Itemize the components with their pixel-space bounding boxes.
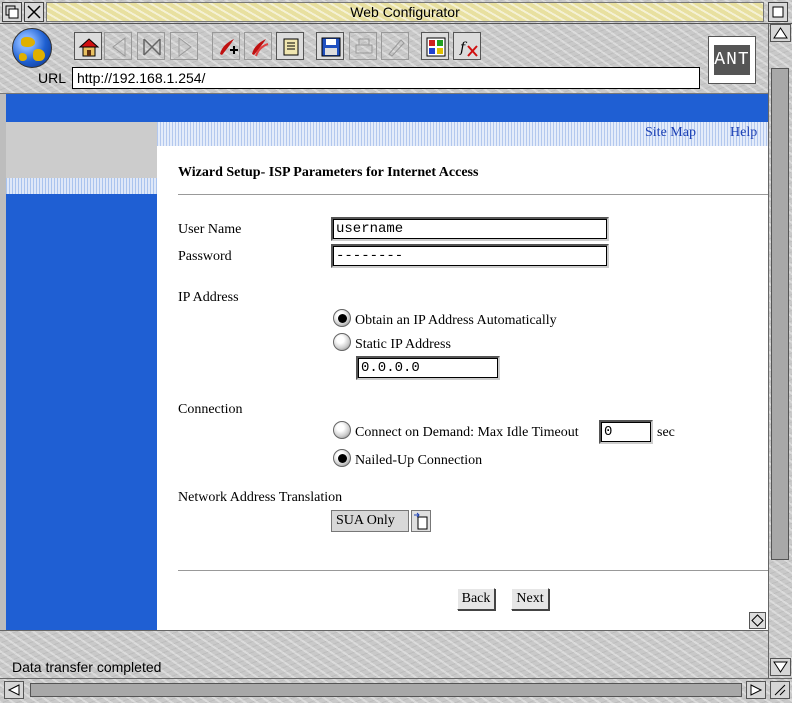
next-button[interactable]: Next [511,588,549,610]
vertical-scroll-thumb[interactable] [771,68,789,560]
horizontal-scrollbar[interactable] [0,678,792,703]
nailed-up-label: Nailed-Up Connection [355,453,483,468]
hotlist-icon[interactable] [244,32,272,60]
ip-auto-label: Obtain an IP Address Automatically [355,313,557,328]
password-value: -------- [333,246,607,266]
ant-logo-text: ANT [714,45,750,75]
idle-timeout-unit: sec [657,425,675,440]
edit-icon[interactable] [381,32,409,60]
ip-static-label: Static IP Address [355,337,451,352]
divider [178,194,768,195]
page-title: Wizard Setup- ISP Parameters for Interne… [178,165,479,180]
svg-text:f: f [459,40,468,56]
nat-label: Network Address Translation [178,490,343,505]
idle-timeout-input[interactable]: 0 [599,420,653,444]
ip-address-label: IP Address [178,290,239,305]
static-ip-input[interactable]: 0.0.0.0 [356,356,500,380]
print-icon[interactable] [349,32,377,60]
title-bar[interactable]: Web Configurator [0,0,792,24]
ant-logo: ANT [708,36,756,84]
url-label: URL [38,70,67,86]
vertical-scrollbar[interactable] [768,24,792,678]
view-source-icon[interactable] [421,32,449,60]
help-link[interactable]: Help [730,125,757,141]
user-name-label: User Name [178,222,242,237]
idle-timeout-value: 0 [601,422,651,442]
connection-label: Connection [178,402,243,417]
header-band [6,94,768,122]
connect-on-demand-radio[interactable] [333,421,351,439]
ip-auto-radio[interactable] [333,309,351,327]
scroll-up-arrow-icon[interactable] [770,24,791,42]
close-icon[interactable] [24,2,44,22]
back-arrow-icon[interactable] [104,32,132,60]
history-scroll-icon[interactable] [276,32,304,60]
forward-arrow-icon[interactable] [170,32,198,60]
nailed-up-radio[interactable] [333,449,351,467]
user-name-input[interactable]: username [331,217,609,241]
nav-bar: Site Map Help [157,122,768,146]
nat-select[interactable]: SUA Only [331,510,409,532]
divider [178,570,768,571]
sidebar [6,122,157,630]
cancel-script-icon[interactable]: f [453,32,481,60]
site-map-link[interactable]: Site Map [645,125,696,141]
resize-icon[interactable] [770,681,790,699]
back-window-icon[interactable] [2,2,22,22]
scroll-right-arrow-icon[interactable] [746,681,766,699]
menu-popup-icon[interactable] [411,510,431,532]
stop-icon[interactable] [137,32,165,60]
frame-toggle-icon[interactable] [749,612,766,629]
add-hotlist-icon[interactable] [212,32,240,60]
status-bar: Data transfer completed [0,630,768,678]
back-button[interactable]: Back [457,588,495,610]
user-name-value: username [333,219,607,239]
horizontal-scroll-thumb[interactable] [30,683,742,697]
web-page: Site Map Help Wizard Setup- ISP Paramete… [6,94,768,630]
save-disk-icon[interactable] [316,32,344,60]
home-icon[interactable] [74,32,102,60]
browser-toolbar: f URL http://192.168.1.254/ ANT [0,24,768,94]
sidebar-hatch [6,178,157,194]
ip-static-radio[interactable] [333,333,351,351]
password-label: Password [178,249,232,264]
password-input[interactable]: -------- [331,244,609,268]
status-text: Data transfer completed [12,659,162,675]
scroll-left-arrow-icon[interactable] [4,681,24,699]
scroll-down-arrow-icon[interactable] [770,658,791,676]
connect-on-demand-label: Connect on Demand: Max Idle Timeout [355,425,579,440]
globe-icon[interactable] [12,28,52,68]
static-ip-value: 0.0.0.0 [358,358,498,378]
sidebar-top-block [6,122,157,178]
window-title: Web Configurator [46,2,764,22]
toggle-size-icon[interactable] [768,2,788,22]
url-input[interactable]: http://192.168.1.254/ [72,67,700,89]
